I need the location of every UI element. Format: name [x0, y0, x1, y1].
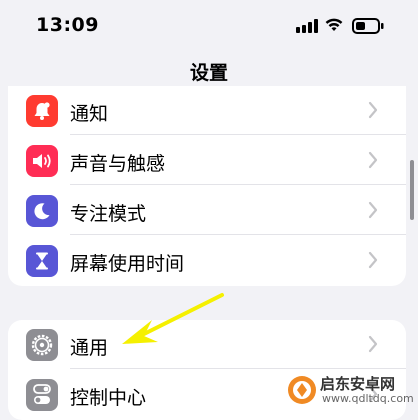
speaker-icon — [26, 145, 58, 177]
scroll-indicator[interactable] — [410, 160, 414, 220]
wifi-icon — [325, 18, 343, 31]
cellular-signal-icon — [296, 19, 318, 33]
moon-icon — [26, 195, 58, 227]
settings-group-1: 通知 声音与触感 专注模式 屏幕使用时间 — [8, 86, 406, 286]
settings-row-label: 通知 — [70, 103, 109, 125]
chevron-right-icon — [368, 151, 378, 169]
row-divider — [70, 234, 406, 235]
chevron-right-icon — [368, 201, 378, 219]
settings-row-sounds[interactable]: 声音与触感 — [8, 136, 406, 185]
annotation-arrow-icon — [122, 293, 224, 344]
settings-row-label: 通用 — [70, 337, 109, 359]
watermark-logo-icon — [288, 376, 316, 404]
chevron-right-icon — [368, 101, 378, 119]
status-time: 13:09 — [36, 14, 99, 36]
bell-icon — [26, 95, 58, 127]
settings-row-label: 专注模式 — [70, 203, 147, 225]
hourglass-icon — [26, 245, 58, 277]
gear-icon — [26, 329, 58, 361]
settings-row-focus[interactable]: 专注模式 — [8, 186, 406, 235]
battery-icon — [352, 18, 384, 34]
watermark-name: 启东安卓网 — [320, 375, 396, 393]
settings-row-screen-time[interactable]: 屏幕使用时间 — [8, 236, 406, 285]
watermark-url: www.qdltdq.com — [322, 392, 414, 405]
row-divider — [70, 368, 406, 369]
chevron-right-icon — [368, 335, 378, 353]
status-bar: 13:09 — [0, 0, 418, 50]
settings-row-label: 声音与触感 — [70, 153, 166, 175]
settings-row-label: 屏幕使用时间 — [70, 253, 185, 275]
page-title: 设置 — [189, 62, 228, 84]
settings-row-label: 控制中心 — [70, 387, 147, 409]
toggles-icon — [26, 379, 58, 411]
chevron-right-icon — [368, 251, 378, 269]
row-divider — [70, 134, 406, 135]
watermark: 启东安卓网 www.qdltdq.com — [282, 372, 414, 408]
row-divider — [70, 184, 406, 185]
settings-row-notifications[interactable]: 通知 — [8, 86, 406, 135]
